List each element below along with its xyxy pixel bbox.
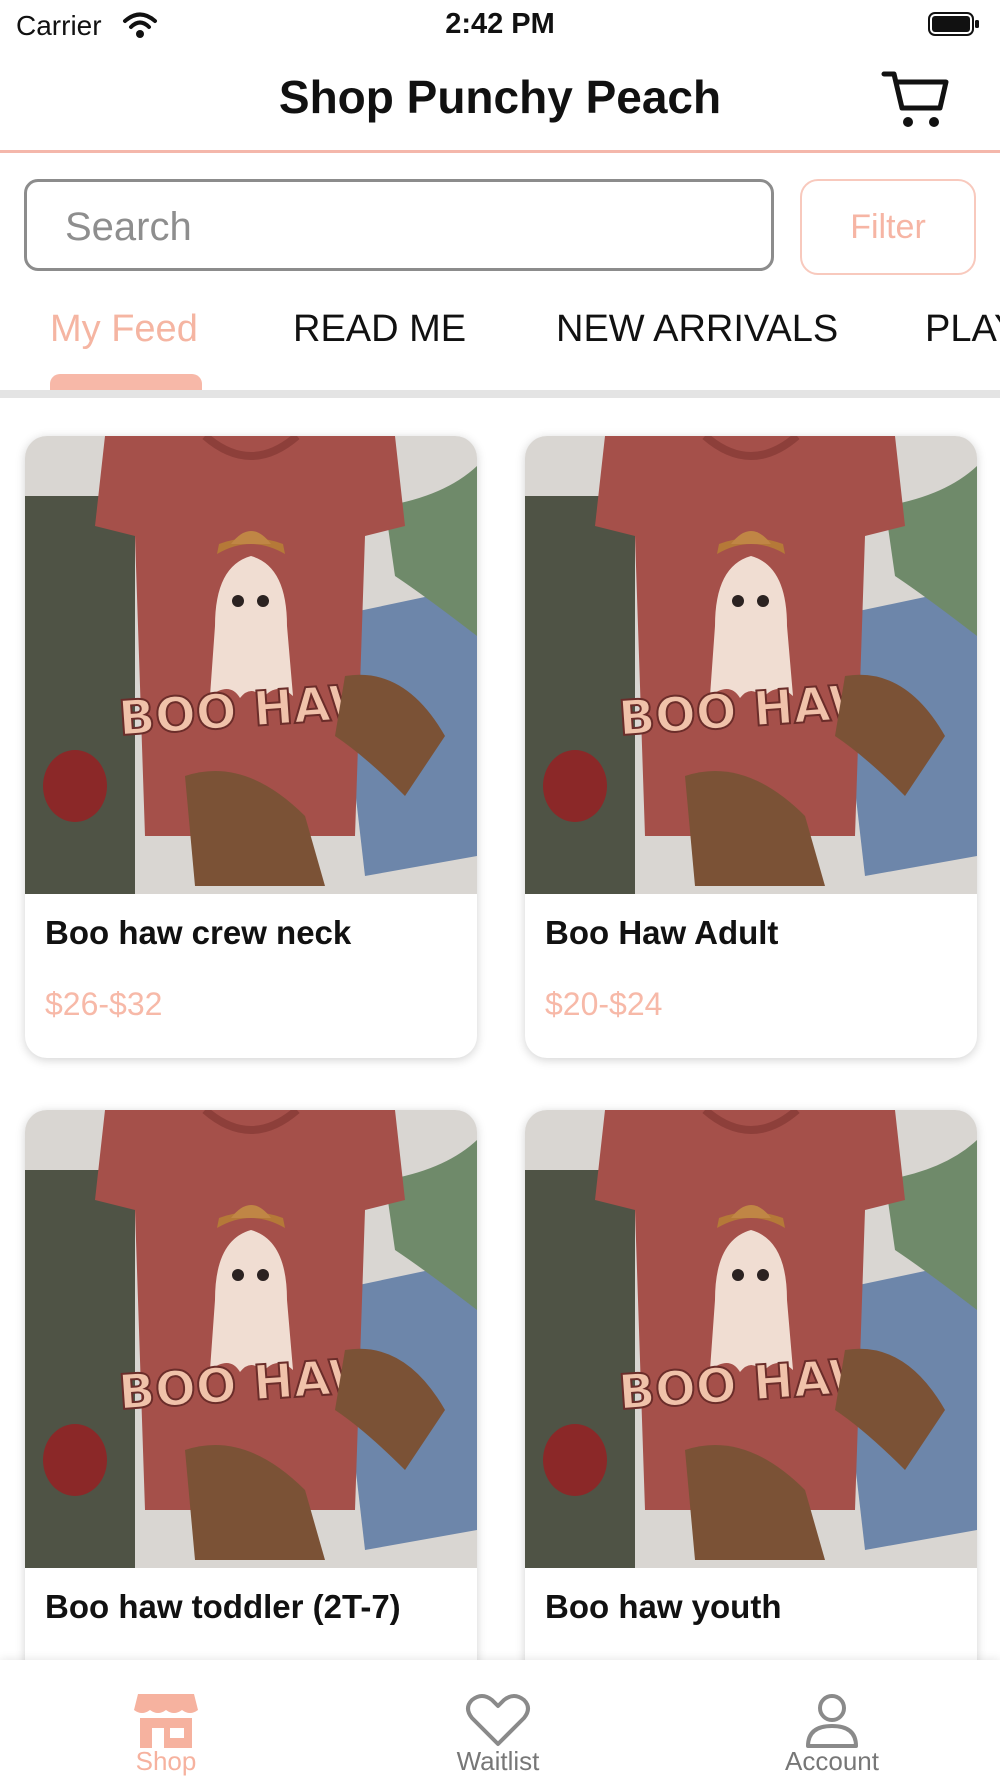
product-card[interactable]: BOO HAW Boo haw youth [525,1110,977,1660]
bottom-nav: Shop Waitlist Account [0,1660,1000,1778]
nav-waitlist[interactable]: Waitlist [378,1660,618,1778]
category-tabs: My Feed READ ME NEW ARRIVALS PLAY [0,290,1000,390]
person-icon [806,1694,858,1748]
product-name[interactable]: Boo Haw Adult [545,914,778,952]
product-name[interactable]: Boo haw crew neck [45,914,351,952]
product-image[interactable]: BOO HAW [25,436,477,894]
shop-icon [134,1694,198,1748]
status-bar: Carrier 2:42 PM [0,0,1000,52]
product-grid: BOO HAW Boo haw crew neck $26-$32 BOO HA… [0,398,1000,1660]
product-card[interactable]: BOO HAW Boo haw crew neck $26-$32 [25,436,477,1058]
tab-my-feed[interactable]: My Feed [50,308,198,351]
product-card[interactable]: BOO HAW Boo haw toddler (2T-7) [25,1110,477,1660]
nav-label: Account [785,1746,879,1776]
filter-button[interactable]: Filter [800,179,976,275]
app-header: Shop Punchy Peach [0,52,1000,153]
product-image[interactable]: BOO HAW [25,1110,477,1568]
nav-shop[interactable]: Shop [46,1660,286,1778]
page-title: Shop Punchy Peach [278,71,722,123]
product-name[interactable]: Boo haw youth [545,1588,781,1626]
nav-label: Shop [135,1746,197,1776]
battery-icon [928,12,979,36]
search-input[interactable] [63,200,747,254]
tab-new-arrivals[interactable]: NEW ARRIVALS [556,308,838,351]
tab-read-me[interactable]: READ ME [293,308,466,351]
nav-account[interactable]: Account [712,1660,952,1778]
search-box[interactable] [24,179,774,271]
divider [0,390,1000,398]
clock-label: 2:42 PM [445,8,555,40]
product-price: $20-$24 [545,986,663,1022]
product-image[interactable]: BOO HAW [525,1110,977,1568]
nav-label: Waitlist [456,1746,540,1776]
active-tab-indicator [50,374,202,390]
cart-icon[interactable] [880,68,950,132]
product-card[interactable]: BOO HAW Boo Haw Adult $20-$24 [525,436,977,1058]
tab-play[interactable]: PLAY [925,308,1000,351]
product-name[interactable]: Boo haw toddler (2T-7) [45,1588,401,1626]
product-price: $26-$32 [45,986,163,1022]
heart-icon [466,1694,530,1746]
product-image[interactable]: BOO HAW [525,436,977,894]
